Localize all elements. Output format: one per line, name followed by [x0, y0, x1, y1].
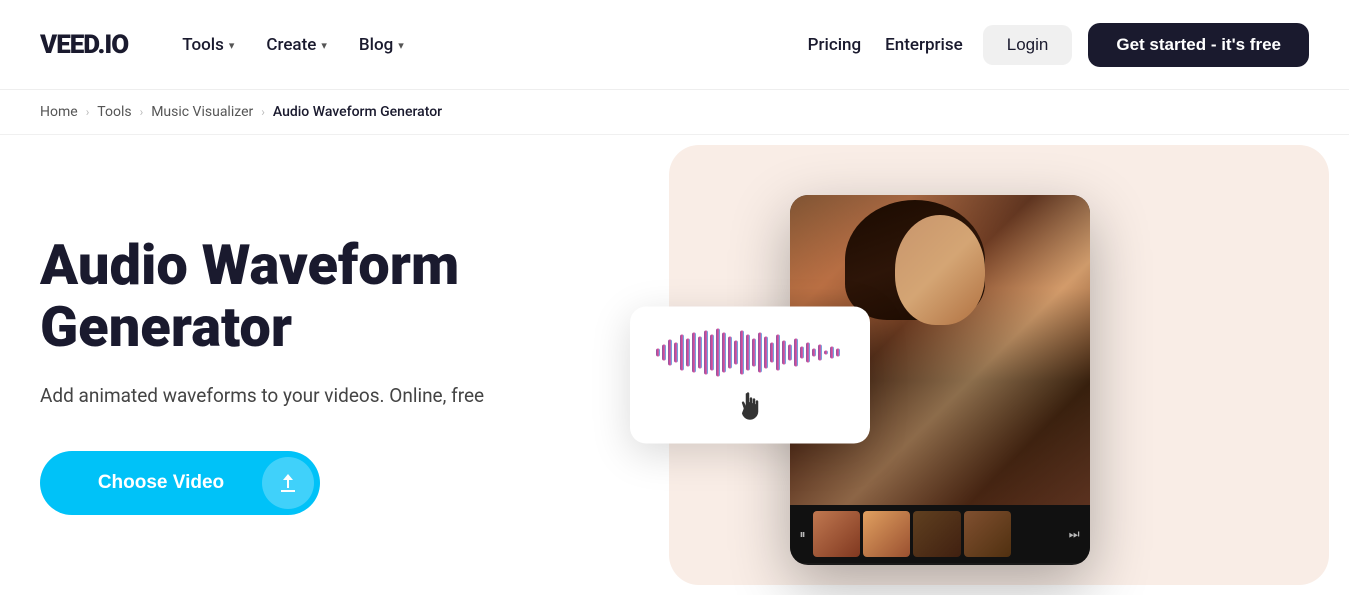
waveform-card: [630, 307, 870, 444]
breadcrumb-tools[interactable]: Tools: [97, 104, 131, 120]
breadcrumb-sep-1: ›: [86, 105, 90, 119]
upload-circle: [262, 457, 314, 509]
nav-blog[interactable]: Blog ▾: [345, 27, 418, 63]
nav-tools-label: Tools: [182, 35, 224, 55]
upload-icon: [276, 471, 300, 495]
breadcrumb-sep-3: ›: [261, 105, 265, 119]
navbar: VEED.IO Tools ▾ Create ▾ Blog ▾ Pricing …: [0, 0, 1349, 90]
choose-video-label: Choose Video: [70, 472, 252, 494]
filmstrip: ⏸ ⏭: [790, 505, 1090, 563]
nav-create-label: Create: [266, 35, 316, 55]
nav-pricing[interactable]: Pricing: [804, 27, 866, 63]
cursor-hand-icon: [654, 392, 846, 422]
breadcrumb-current: Audio Waveform Generator: [273, 104, 442, 120]
brand-logo[interactable]: VEED.IO: [40, 30, 128, 60]
nav-create[interactable]: Create ▾: [252, 27, 341, 63]
chevron-down-icon: ▾: [321, 39, 327, 52]
nav-enterprise[interactable]: Enterprise: [881, 27, 967, 63]
filmstrip-frame-1: [813, 511, 860, 557]
hero-subtitle: Add animated waveforms to your videos. O…: [40, 382, 600, 411]
nav-left-items: Tools ▾ Create ▾ Blog ▾: [168, 27, 793, 63]
filmstrip-frame-4: [964, 511, 1011, 557]
breadcrumb: Home › Tools › Music Visualizer › Audio …: [0, 90, 1349, 135]
nav-blog-label: Blog: [359, 35, 393, 55]
filmstrip-end-icon: ⏭: [1065, 527, 1084, 542]
breadcrumb-sep-2: ›: [140, 105, 144, 119]
hero-title: Audio Waveform Generator: [40, 235, 600, 358]
hero-right: ⏸ ⏭: [600, 175, 1309, 575]
face: [895, 215, 985, 325]
chevron-down-icon: ▾: [229, 39, 235, 52]
filmstrip-frame-5: [1014, 511, 1061, 557]
filmstrip-frame-2: [863, 511, 910, 557]
chevron-down-icon: ▾: [398, 39, 404, 52]
hero-left: Audio Waveform Generator Add animated wa…: [40, 235, 600, 515]
breadcrumb-music-visualizer[interactable]: Music Visualizer: [151, 104, 253, 120]
nav-right-items: Pricing Enterprise Login Get started - i…: [804, 23, 1309, 67]
get-started-button[interactable]: Get started - it's free: [1088, 23, 1309, 67]
breadcrumb-home[interactable]: Home: [40, 104, 78, 120]
filmstrip-pause-icon: ⏸: [796, 527, 810, 542]
filmstrip-frame-3: [913, 511, 960, 557]
waveform-visualization: [654, 325, 844, 380]
nav-tools[interactable]: Tools ▾: [168, 27, 248, 63]
person-silhouette: [870, 215, 1010, 415]
login-button[interactable]: Login: [983, 25, 1073, 65]
hero-section: Audio Waveform Generator Add animated wa…: [0, 135, 1349, 595]
choose-video-button[interactable]: Choose Video: [40, 451, 320, 515]
